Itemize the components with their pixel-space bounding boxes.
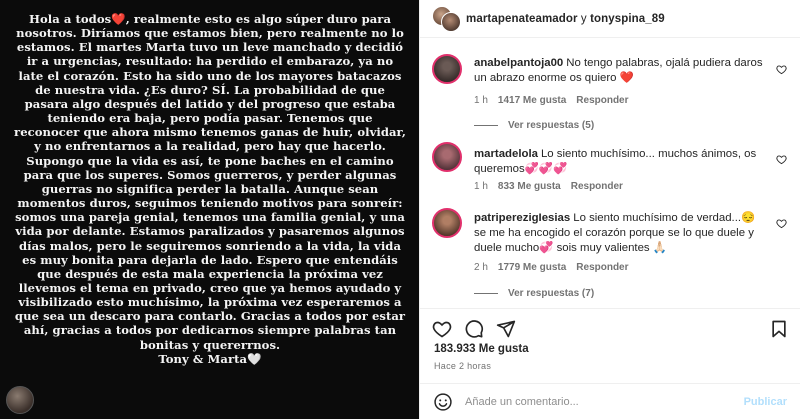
avatar[interactable] [441, 11, 461, 32]
comment-like-icon[interactable] [776, 218, 787, 229]
replies-divider [474, 293, 498, 294]
comment-meta: 1 h 833 Me gusta Responder [474, 181, 623, 192]
comment-like-icon[interactable] [776, 64, 787, 75]
smiley-icon[interactable] [433, 392, 453, 412]
story-signature: Tony & Marta [158, 351, 248, 366]
comment-input[interactable] [465, 395, 715, 408]
comment-body: martadelola Lo siento muchísimo... muchos… [474, 147, 764, 177]
comment-meta: 1 h 1417 Me gusta Responder [474, 95, 629, 106]
comment-time[interactable]: 1 h [474, 181, 488, 192]
heart-outline-icon[interactable] [432, 319, 452, 339]
paper-plane-icon[interactable] [496, 319, 516, 339]
story-body: realmente esto es algo súper duro para n… [14, 12, 406, 352]
author-link-secondary[interactable]: tonyspina_89 [590, 13, 665, 25]
comment-time[interactable]: 1 h [474, 95, 488, 106]
post-header: martapenateamador y tonyspina_89 [420, 0, 800, 38]
comment-username[interactable]: anabelpantoja00 [474, 57, 563, 69]
replies-divider [474, 125, 498, 126]
comment-body: anabelpantoja00 No tengo palabras, ojalá … [474, 56, 764, 86]
view-replies-label: Ver respuestas (7) [508, 288, 595, 299]
comment-composer: Publicar [420, 383, 800, 419]
comment-username[interactable]: patriperezigIesias [474, 212, 570, 224]
comment-meta: 2 h 1779 Me gusta Responder [474, 262, 629, 273]
comment-body: patriperezigIesias Lo siento muchísimo de… [474, 211, 764, 256]
post-likes-count[interactable]: 183.933 Me gusta [434, 343, 529, 355]
comment-likes[interactable]: 1417 Me gusta [498, 95, 566, 106]
comment-likes[interactable]: 1779 Me gusta [498, 262, 566, 273]
story-signature-heart: 🤍 [247, 351, 262, 366]
comment-time[interactable]: 2 h [474, 262, 488, 273]
view-replies-button[interactable]: Ver respuestas (7) [474, 288, 594, 299]
comment-username[interactable]: martadelola [474, 148, 538, 160]
view-replies-button[interactable]: Ver respuestas (5) [474, 120, 594, 131]
comment-like-icon[interactable] [776, 154, 787, 165]
speech-bubble-icon[interactable] [464, 319, 484, 339]
post-panel: martapenateamador y tonyspina_89 anabelp… [419, 0, 800, 419]
post-authors: martapenateamador y tonyspina_89 [466, 13, 665, 25]
bookmark-icon[interactable] [769, 319, 789, 339]
reply-button[interactable]: Responder [576, 262, 628, 273]
publish-button[interactable]: Publicar [744, 396, 787, 408]
story-text: Hola a todos❤️, realmente esto es algo s… [14, 12, 406, 366]
header-avatars[interactable] [432, 4, 472, 34]
author-link-primary[interactable]: martapenateamador [466, 13, 578, 25]
story-image: Hola a todos❤️, realmente esto es algo s… [0, 0, 419, 419]
post-actions-bar [420, 308, 800, 344]
view-replies-label: Ver respuestas (5) [508, 120, 595, 131]
author-connector: y [577, 12, 591, 25]
comment-likes[interactable]: 833 Me gusta [498, 181, 561, 192]
comment-avatar[interactable] [432, 142, 462, 172]
comment-avatar[interactable] [432, 54, 462, 84]
story-heart-emoji: ❤️ [111, 12, 126, 26]
reply-button[interactable]: Responder [571, 181, 623, 192]
post-timestamp[interactable]: Hace 2 horas [434, 361, 491, 371]
story-signature-line: Tony & Marta🤍 [14, 352, 406, 366]
story-avatar [6, 386, 34, 414]
comment-avatar[interactable] [432, 208, 462, 238]
reply-button[interactable]: Responder [576, 95, 628, 106]
story-greeting: Hola a todos [28, 12, 112, 26]
